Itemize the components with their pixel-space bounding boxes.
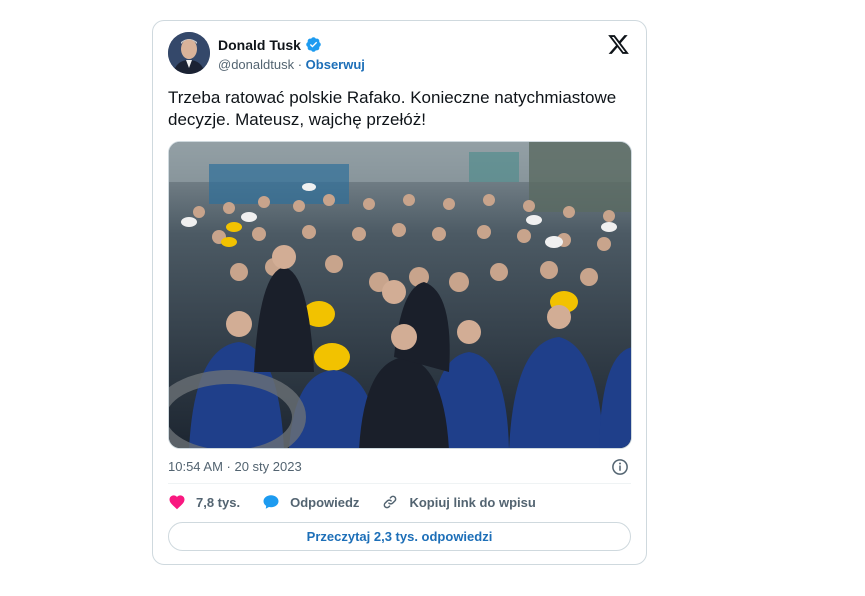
reply-label: Odpowiedz [290, 494, 360, 510]
copy-link-label: Kopiuj link do wpisu [409, 494, 536, 510]
author-name-row: Donald Tusk [218, 36, 322, 53]
info-icon[interactable] [611, 458, 629, 476]
tweet-text: Trzeba ratować polskie Rafako. Konieczne… [168, 88, 617, 129]
speech-bubble-icon [263, 495, 279, 509]
tweet-header: Donald Tusk @donaldtusk · Obserwuj [168, 32, 631, 78]
like-button[interactable]: 7,8 tys. [168, 493, 240, 511]
tweet-embed-card[interactable]: Donald Tusk @donaldtusk · Obserwuj Trzeb… [152, 20, 647, 565]
copy-link-button[interactable]: Kopiuj link do wpisu [381, 493, 536, 511]
separator-dot: · [297, 57, 303, 72]
follow-button[interactable]: Obserwuj [306, 57, 365, 72]
tweet-actions: 7,8 tys. Odpowiedz Kopiuj link do wpisu [168, 493, 558, 511]
author-name[interactable]: Donald Tusk [218, 37, 301, 53]
link-icon [384, 495, 397, 509]
like-count: 7,8 tys. [196, 494, 241, 510]
author-handle[interactable]: @donaldtusk [218, 57, 294, 72]
author-handle-row: @donaldtusk · Obserwuj [218, 57, 365, 72]
avatar[interactable] [168, 32, 210, 74]
reply-button[interactable]: Odpowiedz [262, 493, 359, 511]
tweet-timestamp[interactable]: 10:54 AM · 20 sty 2023 [168, 459, 302, 474]
x-logo-icon[interactable] [607, 33, 630, 56]
read-replies-button[interactable]: Przeczytaj 2,3 tys. odpowiedzi [168, 522, 631, 551]
tweet-photo[interactable] [168, 141, 632, 449]
divider [168, 483, 631, 484]
verified-badge-icon [306, 37, 321, 52]
heart-icon [169, 495, 185, 510]
